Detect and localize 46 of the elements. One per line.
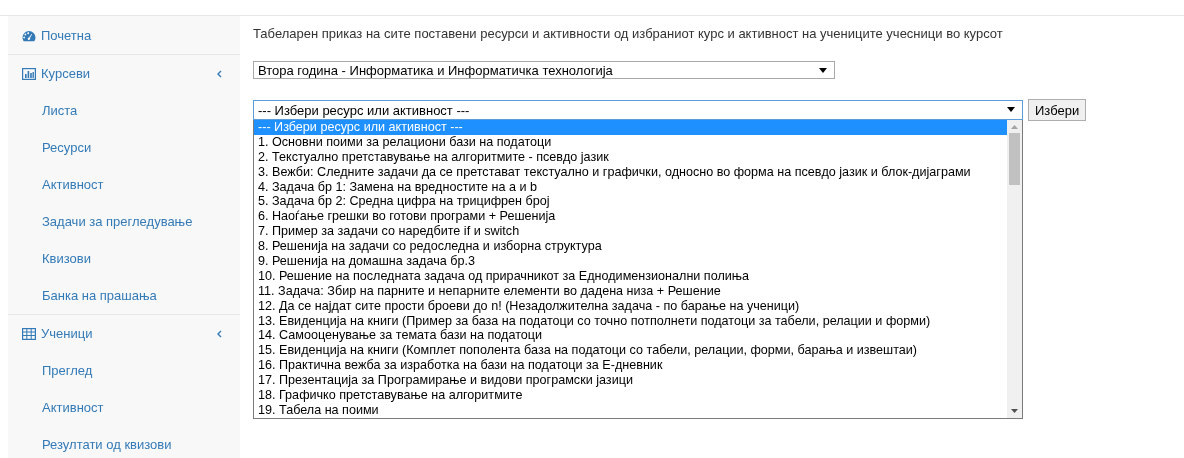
dropdown-option[interactable]: 10. Решение на последната задача од прирачникот за Еднодимензионални полиња bbox=[254, 268, 1007, 284]
sidebar-item[interactable]: Квизови bbox=[8, 240, 91, 277]
sidebar-item[interactable]: Почетна bbox=[8, 17, 92, 54]
dropdown-option[interactable]: 8. Решенија на задачи со редоследна и изборна структура bbox=[254, 239, 1007, 254]
dropdown-option[interactable]: 4. Задача бр 1: Замена на вредностите на а и b bbox=[254, 179, 1007, 195]
chevron-icon[interactable] bbox=[216, 329, 222, 338]
dropdown-option[interactable]: 19. Табела на поими bbox=[254, 402, 1007, 418]
sidebar-item[interactable]: Курсеви bbox=[8, 55, 91, 92]
sidebar-item[interactable]: Ресурси bbox=[8, 129, 92, 166]
scrollbar[interactable] bbox=[1007, 120, 1022, 418]
scroll-up-icon bbox=[1011, 125, 1018, 129]
dropdown-option[interactable]: 17. Презентација за Програмирање и видови програмски јазици bbox=[254, 373, 1007, 389]
chevron-icon[interactable] bbox=[216, 69, 222, 78]
select-button[interactable]: Избери bbox=[1028, 99, 1087, 121]
dropdown-option[interactable]: 11. Задача: Збир на парните и непарните елементи во дадена низа + Решение bbox=[254, 283, 1007, 299]
sidebar-item[interactable]: Преглед bbox=[8, 352, 93, 389]
sidebar-item[interactable]: Листа bbox=[8, 92, 78, 129]
sidebar-item[interactable]: Банка на прашања bbox=[8, 277, 157, 314]
sidebar-item[interactable]: Активност bbox=[8, 389, 104, 426]
dropdown-option[interactable]: 14. Самооценување за темата бази на податоци bbox=[254, 328, 1007, 344]
dropdown-option[interactable]: 6. Наоѓање грешки во готови програми + Решенија bbox=[254, 209, 1007, 225]
dropdown-option[interactable]: 3. Вежби: Следните задачи да се претстават текстуално и графички, односно во форма на псевдо јазик и блок-дијаграми bbox=[254, 164, 1007, 180]
dropdown-option[interactable]: 7. Пример за задачи со наредбите if и switch bbox=[254, 224, 1007, 240]
sidebar-item[interactable]: Резултати од квизови bbox=[8, 426, 172, 458]
scrollbar-thumb[interactable] bbox=[1009, 133, 1020, 185]
sidebar-item[interactable]: Активност bbox=[8, 166, 104, 203]
dropdown-option[interactable]: 9. Решенија на домашна задача бр.3 bbox=[254, 254, 1007, 269]
sidebar-item[interactable]: Ученици bbox=[8, 315, 93, 352]
dropdown-option[interactable]: 18. Графичко претставување на алгоритмите bbox=[254, 388, 1007, 403]
dropdown-arrow-icon bbox=[819, 68, 827, 73]
dropdown-option[interactable]: 13. Евиденција на книги (Пример за база на податоци со точно потполнети податоци за табели, релации и форми) bbox=[254, 313, 1007, 329]
dropdown-option[interactable]: 2. Текстуално претставување на алгоритмите - псевдо јазик bbox=[254, 149, 1007, 165]
dashboard-icon bbox=[22, 29, 36, 42]
table-icon bbox=[22, 327, 36, 340]
dropdown-option[interactable]: 15. Евиденција на книги (Комплет пополента база на податоци со табели, релации, форми, барања и извештаи) bbox=[254, 343, 1007, 359]
dropdown-option[interactable]: 1. Основни поими за релациони бази на податоци bbox=[254, 134, 1007, 150]
dropdown-option[interactable]: 12. Да се најдат сите прости броеви до n! (Незадолжителна задача - по барање на ученици) bbox=[254, 298, 1007, 314]
sidebar-item[interactable]: Задачи за прегледување bbox=[8, 203, 193, 240]
resource-select[interactable]: --- Избери ресурс или активност --- bbox=[253, 100, 1023, 120]
dropdown-option[interactable]: 16. Практична вежба за изработка на бази на податоци за Е-дневник bbox=[254, 358, 1007, 374]
description-text: Табеларен приказ на сите поставени ресурси и активности од избраниот курс и активност на учениците учесници во курсот bbox=[253, 26, 1004, 42]
scroll-down-icon bbox=[1011, 409, 1018, 413]
dropdown-arrow-icon bbox=[1007, 107, 1015, 112]
course-select[interactable]: Втора година - Информатика и Информатичка технологија bbox=[253, 61, 835, 79]
dropdown-option[interactable]: 5. Задача бр 2: Средна цифра на трицифрен број bbox=[254, 194, 1007, 210]
bar-chart-icon bbox=[22, 67, 36, 80]
